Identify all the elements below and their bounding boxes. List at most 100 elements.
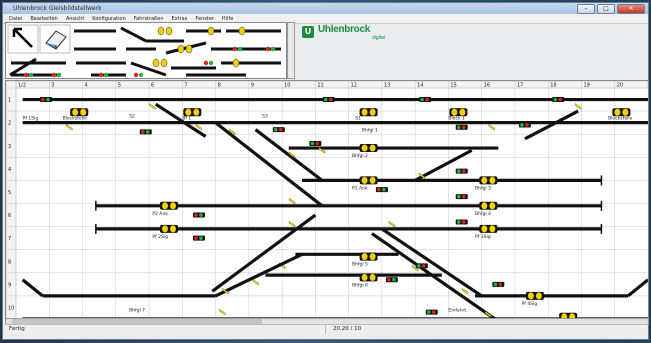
column-header-label: 5 (118, 82, 121, 88)
track-segment (254, 128, 323, 182)
signal-lamp (140, 130, 145, 134)
row-header-label: 3 (8, 144, 11, 150)
column-header-label: 3 (51, 82, 54, 88)
signal-lamp (145, 130, 150, 134)
menu-extras[interactable]: Extras (172, 16, 188, 22)
column-header-label: 19 (583, 82, 589, 88)
signal-lamp (456, 220, 461, 224)
window-controls: – □ ✕ (577, 4, 645, 14)
track-label: Blockstelle (608, 115, 633, 121)
block-lamp (369, 176, 376, 184)
turnout-marker (461, 287, 469, 295)
column-header-label: 9 (251, 82, 254, 88)
signal-lamp (315, 141, 320, 146)
track-label: Bhfgl 5 (352, 262, 368, 268)
column-header-label: 13 (384, 82, 390, 88)
title-bar: Uhlenbrock Gleisbildstellwerk – □ ✕ (3, 3, 648, 14)
block-lamp (162, 202, 169, 210)
track-label: Bf 1 (182, 115, 191, 121)
track-label: Pf 2Sig (152, 234, 168, 240)
signal-lamp (199, 213, 203, 217)
column-header-label: 8 (218, 82, 221, 88)
signal-lamp (273, 127, 278, 132)
uhlenbrock-logo: U Uhlenbrock digital (300, 24, 400, 46)
column-header-label: 16 (484, 82, 490, 88)
signal-lamp (382, 187, 386, 192)
palette-scrollbar[interactable] (287, 22, 295, 79)
track-label: S1 (355, 115, 361, 121)
column-header-label: 18 (550, 82, 556, 88)
track-label: S3 (262, 113, 268, 119)
menu-routes[interactable]: Fahrstraßen (134, 16, 164, 22)
row-header-label: 5 (8, 190, 11, 196)
menu-help[interactable]: Hilfe (222, 16, 233, 22)
track-layout-canvas[interactable]: 1/2 3 4 5 6 7 8 9 10 11 12 13 14 15 16 17 18 19 2012345678… (6, 81, 648, 319)
track-label: Bhfgl 3 (475, 185, 491, 191)
block-lamp (369, 108, 376, 116)
menu-file[interactable]: Datei (9, 16, 22, 22)
column-header-label: 15 (450, 82, 456, 88)
signal-lamp (194, 213, 198, 217)
column-header-label: 14 (417, 82, 423, 88)
signal-lamp (425, 97, 429, 102)
menu-config[interactable]: Konfiguration (92, 16, 125, 22)
track-segment (524, 109, 579, 141)
menu-window[interactable]: Fenster (195, 16, 214, 22)
column-header-label: 12 (351, 82, 357, 88)
row-header-label: 2 (8, 121, 11, 127)
symbol-palette (5, 22, 287, 79)
block-lamp (170, 225, 177, 233)
signal-lamp (323, 97, 328, 102)
block-lamp (361, 273, 368, 281)
close-button[interactable]: ✕ (617, 4, 645, 14)
menu-view[interactable]: Ansicht (66, 16, 84, 22)
track-label: Pf 4Sig (522, 301, 538, 307)
block-lamp (489, 176, 496, 184)
block-lamp (369, 144, 376, 152)
menu-edit[interactable]: Bearbeiten (30, 16, 57, 22)
signal-lamp (498, 282, 503, 287)
signal-lamp (553, 97, 557, 102)
block-lamp (451, 108, 458, 116)
row-header-label: 9 (8, 282, 11, 288)
block-lamp (361, 108, 368, 116)
palette-switch-icons[interactable] (152, 26, 246, 68)
signal-lamp (558, 97, 562, 102)
block-lamp (193, 108, 200, 116)
signal-lamp (493, 282, 498, 287)
column-header-label: 10 (284, 82, 290, 88)
signal-lamp (431, 310, 436, 314)
signal-lamp (417, 264, 421, 268)
track-label: P1 Ank (352, 185, 368, 191)
turnout-marker (149, 103, 156, 110)
status-coordinates: 20.20 / 10 (333, 326, 362, 332)
block-lamp (72, 108, 79, 116)
signal-lamp (461, 125, 466, 130)
signal-lamp (461, 220, 466, 224)
signal-lamp (426, 310, 431, 314)
turnout-marker (574, 103, 582, 110)
maximize-button[interactable]: □ (597, 4, 615, 14)
track-label: Bhfgl 4 (475, 211, 491, 217)
track-layout-panel[interactable]: 1/2 3 4 5 6 7 8 9 10 11 12 13 14 15 16 17 18 19 20 1 2 3 4 5 6 7 8… (5, 80, 649, 320)
signal-lamp (525, 123, 529, 127)
column-header-label: 17 (517, 82, 523, 88)
block-lamp (489, 202, 496, 210)
block-lamp (162, 225, 169, 233)
row-header-label: 4 (8, 167, 11, 173)
block-lamp (489, 225, 496, 233)
track-label: Pf 3Sig (475, 234, 491, 240)
column-header-label: 20 (617, 82, 623, 88)
turnout-marker (66, 123, 73, 131)
minimize-button[interactable]: – (577, 4, 595, 14)
window-title: Uhlenbrock Gleisbildstellwerk (13, 5, 102, 12)
signal-lamp (310, 141, 315, 146)
eraser-tool-icon[interactable] (39, 24, 71, 54)
status-bar: Fertig 20.20 / 10 (5, 324, 647, 334)
block-lamp (459, 108, 466, 116)
signal-lamp (520, 123, 524, 127)
turnout-marker (252, 278, 259, 286)
pointer-tool-icon[interactable] (7, 24, 39, 54)
signal-lamp (194, 236, 198, 240)
block-lamp (361, 176, 368, 184)
